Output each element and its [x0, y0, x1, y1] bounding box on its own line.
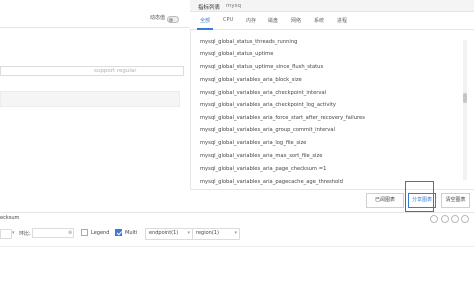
info-icon[interactable]: [430, 215, 438, 223]
chevron-down-icon: ▾: [12, 230, 15, 236]
chevron-down-icon: ▾: [234, 230, 237, 236]
regex-filter-input[interactable]: [0, 66, 184, 76]
dynamic-value-toggle[interactable]: [167, 16, 179, 23]
close-icon[interactable]: [461, 215, 469, 223]
list-item[interactable]: mysql_global_variables_aria_pagecache_ag…: [200, 179, 343, 185]
multi-checkbox[interactable]: [115, 229, 122, 236]
time-select[interactable]: [0, 229, 12, 239]
metric-list-scrollbar-thumb[interactable]: [463, 93, 467, 103]
endpoint-select[interactable]: endpoint(1) ▾: [145, 228, 193, 240]
chart-title: ecksum: [0, 215, 20, 221]
list-item[interactable]: mysql_global_variables_aria_force_start_…: [200, 115, 365, 121]
list-item[interactable]: mysql_global_status_uptime: [200, 51, 273, 57]
list-item[interactable]: mysql_global_status_threads_running: [200, 39, 297, 45]
regex-filter-placeholder: support regular: [94, 68, 137, 74]
tab-cpu[interactable]: CPU: [223, 17, 233, 23]
list-item[interactable]: mysql_global_variables_aria_checkpoint_l…: [200, 102, 336, 108]
tab-memory[interactable]: 内存: [246, 17, 256, 24]
region-select-value: region(1): [196, 230, 219, 236]
endpoint-select-value: endpoint(1): [149, 230, 179, 236]
list-item[interactable]: mysql_global_status_uptime_since_flush_s…: [200, 64, 323, 70]
tab-disk[interactable]: 磁盘: [268, 17, 278, 24]
metric-list-title: 指标列表: [198, 5, 221, 11]
list-item[interactable]: mysql_global_variables_aria_log_file_siz…: [200, 140, 306, 146]
list-item[interactable]: mysql_global_variables_aria_max_sort_fil…: [200, 153, 322, 159]
tab-process[interactable]: 进程: [337, 17, 347, 24]
clear-icon[interactable]: ⊗: [68, 230, 72, 236]
share-icon[interactable]: [441, 215, 449, 223]
section-divider: [0, 212, 474, 213]
legend-checkbox[interactable]: [81, 229, 88, 236]
legend-label: Legend: [91, 230, 110, 236]
metric-list-search-value[interactable]: mysq: [226, 3, 241, 9]
chart-area-divider: [0, 246, 474, 247]
dynamic-value-toggle-label: 动态值: [150, 15, 166, 21]
list-item[interactable]: mysql_global_variables_aria_group_commit…: [200, 127, 335, 133]
selected-tags-area[interactable]: [0, 91, 180, 107]
clear-charts-button[interactable]: 清空图表: [441, 193, 470, 208]
chevron-down-icon: ▾: [187, 230, 190, 236]
list-item[interactable]: mysql_global_variables_aria_block_size: [200, 77, 302, 83]
annotation-highlight-box: [405, 181, 434, 212]
list-item[interactable]: mysql_global_variables_aria_checkpoint_i…: [200, 90, 326, 96]
region-select[interactable]: region(1) ▾: [192, 228, 240, 240]
tab-network[interactable]: 网络: [291, 17, 301, 24]
multi-label: Multi: [125, 230, 138, 236]
list-item[interactable]: mysql_global_variables_aria_page_checksu…: [200, 166, 326, 172]
view-chart-button[interactable]: 已阅图表: [366, 193, 404, 208]
tab-all[interactable]: 全部: [200, 17, 210, 24]
tab-system[interactable]: 系统: [314, 17, 324, 24]
metric-list-scrollbar[interactable]: [463, 40, 467, 180]
settings-icon[interactable]: [451, 215, 459, 223]
compare-label: 环比:: [19, 231, 31, 237]
